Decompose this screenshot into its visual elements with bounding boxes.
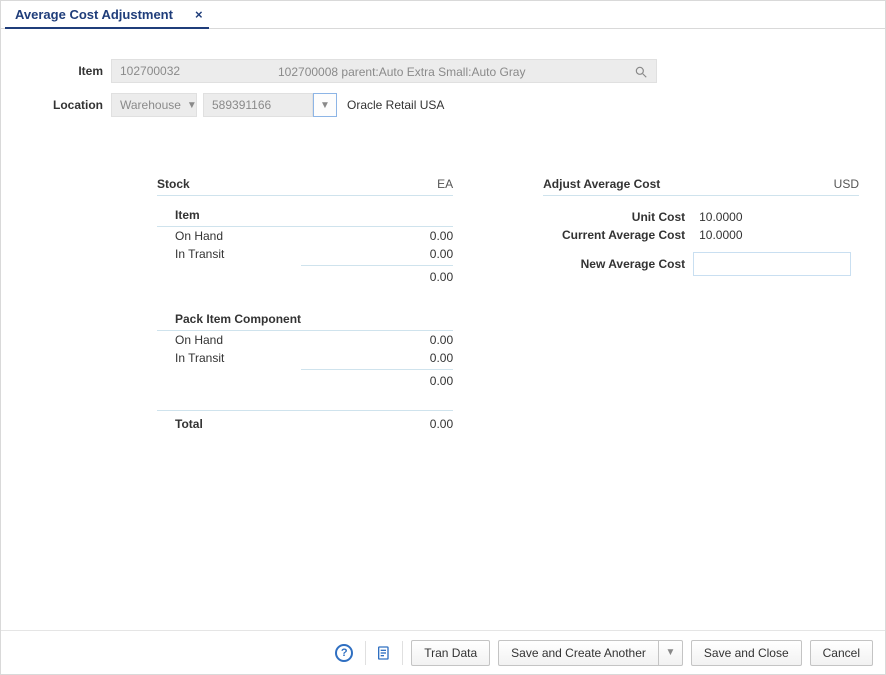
save-create-another-group: Save and Create Another ▼ (498, 640, 683, 666)
unit-cost-row: Unit Cost 10.0000 (543, 210, 859, 224)
help-icon[interactable]: ? (335, 644, 353, 662)
save-and-create-another-label: Save and Create Another (511, 646, 646, 660)
save-and-create-another-dropdown[interactable]: ▼ (659, 640, 683, 666)
stock-pack-onhand-label: On Hand (175, 333, 223, 347)
new-avg-label: New Average Cost (543, 257, 693, 271)
stock-pack-onhand-value: 0.00 (430, 333, 453, 347)
current-avg-value: 10.0000 (693, 228, 742, 242)
save-and-close-button[interactable]: Save and Close (691, 640, 802, 666)
unit-cost-value: 10.0000 (693, 210, 742, 224)
unit-cost-label: Unit Cost (543, 210, 693, 224)
stock-item-onhand-row: On Hand 0.00 (157, 227, 453, 245)
stock-header: Stock EA (157, 177, 453, 196)
stock-item-intransit-row: In Transit 0.00 (157, 245, 453, 263)
stock-panel: Stock EA Item On Hand 0.00 In Transit 0.… (157, 177, 453, 433)
new-average-cost-input[interactable] (693, 252, 851, 276)
stock-pack-intransit-label: In Transit (175, 351, 224, 365)
stock-pack-onhand-row: On Hand 0.00 (157, 331, 453, 349)
cancel-label: Cancel (823, 646, 860, 660)
location-lov-button[interactable]: ▼ (313, 93, 337, 117)
location-label: Location (27, 98, 111, 112)
chevron-down-icon: ▼ (187, 100, 197, 111)
adjust-title: Adjust Average Cost (543, 177, 660, 191)
stock-uom: EA (437, 177, 453, 191)
chevron-down-icon: ▼ (665, 647, 675, 658)
stock-pack-header: Pack Item Component (157, 312, 453, 331)
tran-data-button[interactable]: Tran Data (411, 640, 490, 666)
tab-average-cost-adjustment[interactable]: Average Cost Adjustment × (5, 1, 209, 29)
item-row: Item 102700032 102700008 parent:Auto Ext… (27, 59, 859, 83)
content: Item 102700032 102700008 parent:Auto Ext… (1, 29, 885, 630)
footer: ? Tran Data Save and Create Another ▼ Sa… (1, 630, 885, 674)
tab-title: Average Cost Adjustment (15, 7, 173, 22)
adjust-header: Adjust Average Cost USD (543, 177, 859, 196)
chevron-down-icon: ▼ (320, 100, 330, 111)
stock-item-header: Item (157, 208, 453, 227)
page: Average Cost Adjustment × Item 102700032… (0, 0, 886, 675)
new-avg-row: New Average Cost (543, 252, 859, 276)
stock-item-intransit-label: In Transit (175, 247, 224, 261)
item-input[interactable]: 102700032 102700008 parent:Auto Extra Sm… (111, 59, 657, 83)
stock-total-label: Total (175, 417, 203, 431)
stock-item-onhand-label: On Hand (175, 229, 223, 243)
stock-pack-subtotal-row: 0.00 (301, 369, 453, 388)
export-icon[interactable] (374, 643, 394, 663)
stock-item-subtotal-value: 0.00 (430, 270, 453, 284)
save-and-create-another-button[interactable]: Save and Create Another (498, 640, 659, 666)
location-name: Oracle Retail USA (347, 98, 444, 112)
current-avg-row: Current Average Cost 10.0000 (543, 228, 859, 242)
stock-item-intransit-value: 0.00 (430, 247, 453, 261)
tran-data-label: Tran Data (424, 646, 477, 660)
search-icon[interactable] (634, 60, 648, 84)
location-id-value: 589391166 (212, 98, 271, 112)
location-type-select[interactable]: Warehouse ▼ (111, 93, 197, 117)
location-type-value: Warehouse (120, 98, 181, 112)
item-label: Item (27, 64, 111, 78)
stock-pack-intransit-value: 0.00 (430, 351, 453, 365)
help-glyph: ? (341, 647, 348, 659)
item-field-wrap: 102700032 102700008 parent:Auto Extra Sm… (111, 59, 657, 83)
divider (365, 641, 366, 665)
location-id-input[interactable]: 589391166 (203, 93, 313, 117)
stock-title: Stock (157, 177, 190, 191)
current-avg-label: Current Average Cost (543, 228, 693, 242)
stock-item-subtotal-row: 0.00 (301, 265, 453, 284)
close-icon[interactable]: × (195, 7, 203, 22)
stock-pack-subtotal-value: 0.00 (430, 374, 453, 388)
columns: Stock EA Item On Hand 0.00 In Transit 0.… (27, 177, 859, 433)
location-row: Location Warehouse ▼ 589391166 ▼ Oracle … (27, 93, 859, 117)
location-id-wrap: 589391166 ▼ (203, 93, 337, 117)
stock-total-row: Total 0.00 (157, 410, 453, 433)
cancel-button[interactable]: Cancel (810, 640, 873, 666)
save-and-close-label: Save and Close (704, 646, 789, 660)
adjust-panel: Adjust Average Cost USD Unit Cost 10.000… (543, 177, 859, 433)
stock-pack-intransit-row: In Transit 0.00 (157, 349, 453, 367)
item-id-value: 102700032 (120, 64, 180, 78)
item-description: 102700008 parent:Auto Extra Small:Auto G… (278, 60, 525, 84)
content-spacer (27, 433, 859, 630)
divider (402, 641, 403, 665)
tab-strip: Average Cost Adjustment × (1, 1, 885, 29)
adjust-currency: USD (834, 177, 859, 191)
stock-item-onhand-value: 0.00 (430, 229, 453, 243)
stock-total-value: 0.00 (430, 417, 453, 431)
